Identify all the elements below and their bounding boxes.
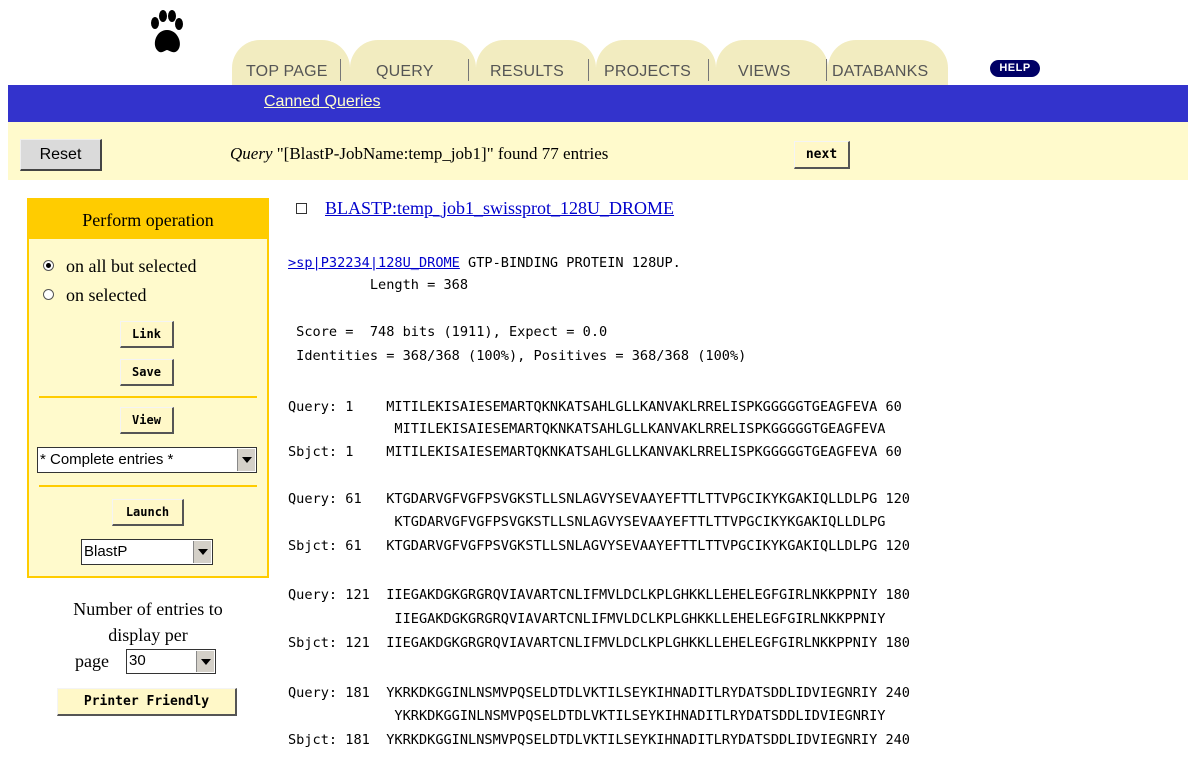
panel-divider (39, 396, 257, 398)
tab-views[interactable]: VIEWS (716, 40, 828, 85)
tab-databanks-label: DATABANKS (832, 63, 929, 80)
save-button[interactable]: Save (120, 359, 174, 386)
sequence-header-line: >sp|P32234|128U_DROME GTP-BINDING PROTEI… (288, 254, 681, 272)
alignment-match-line: YKRKDKGGINLNSMVPQSELDTDLVKTILSEYKIHNADIT… (288, 708, 886, 724)
help-button[interactable]: HELP (990, 60, 1040, 77)
alignment-sbjct-line: Sbjct: 181 YKRKDKGGINLNSMVPQSELDTDLVKTIL… (288, 732, 910, 748)
alignment-match-line: IIEGAKDGKGRGRQVIAVARTCNLIFMVLDCLKPLGHKKL… (288, 611, 886, 627)
tab-query-label: QUERY (376, 63, 434, 80)
entries-label-line2: display per (108, 625, 188, 645)
alignment-match-line: KTGDARVGFVGFPSVGKSTLLSNLAGVYSEVAAYEFTTLT… (288, 514, 886, 530)
radio-selected[interactable] (43, 289, 54, 300)
chevron-down-icon (196, 651, 214, 672)
reset-button[interactable]: Reset (20, 139, 102, 171)
view-format-select[interactable]: * Complete entries * (37, 447, 257, 473)
query-summary: Query "[BlastP-JobName:temp_job1]" found… (230, 144, 608, 164)
result-select-checkbox[interactable] (296, 203, 307, 214)
tab-query[interactable]: QUERY (350, 40, 476, 85)
panel-divider (39, 485, 257, 487)
result-entry-header: BLASTP:temp_job1_swissprot_128U_DROME (296, 198, 674, 219)
score-line: Score = 748 bits (1911), Expect = 0.0 (288, 324, 608, 340)
radio-all-but-selected[interactable] (43, 260, 54, 271)
identities-line: Identities = 368/368 (100%), Positives =… (288, 348, 747, 364)
sequence-length: Length = 368 (288, 277, 469, 293)
query-word: Query (230, 144, 273, 163)
tab-projects[interactable]: PROJECTS (596, 40, 716, 85)
radio-all-but-selected-label: on all but selected (66, 256, 197, 276)
alignment-query-line: Query: 1 MITILEKISAIESEMARTQKNKATSAHLGLL… (288, 399, 902, 415)
alignment-sbjct-line: Sbjct: 1 MITILEKISAIESEMARTQKNKATSAHLGLL… (288, 444, 902, 460)
operation-panel: Perform operation on all but selected on… (27, 198, 269, 578)
tab-separator (340, 59, 341, 81)
chevron-down-icon (237, 449, 255, 471)
printer-friendly-button[interactable]: Printer Friendly (57, 688, 237, 716)
tab-results-label: RESULTS (490, 63, 565, 80)
sequence-description: GTP-BINDING PROTEIN 128UP. (459, 255, 681, 271)
entries-label-line3-row: page 30 (27, 648, 269, 676)
tab-databanks[interactable]: DATABANKS (828, 40, 948, 85)
operation-panel-title: Perform operation (29, 200, 267, 239)
entries-per-page-select[interactable]: 30 (126, 649, 216, 674)
next-button[interactable]: next (794, 141, 850, 169)
alignment-query-line: Query: 61 KTGDARVGFVGFPSVGKSTLLSNLAGVYSE… (288, 491, 910, 507)
tab-top-page-label: TOP PAGE (246, 63, 328, 80)
alignment-sbjct-line: Sbjct: 121 IIEGAKDGKGRGRQVIAVARTCNLIFMVL… (288, 635, 910, 651)
tab-separator (468, 59, 469, 81)
alignment-query-line: Query: 181 YKRKDKGGINLNSMVPQSELDTDLVKTIL… (288, 685, 910, 701)
entries-label-line3: page (75, 651, 109, 671)
query-result-text: "[BlastP-JobName:temp_job1]" found 77 en… (276, 144, 609, 163)
sequence-id-link[interactable]: >sp|P32234|128U_DROME (288, 255, 460, 271)
link-button[interactable]: Link (120, 321, 174, 348)
radio-selected-label: on selected (66, 285, 147, 305)
tab-views-label: VIEWS (738, 63, 791, 80)
launch-tool-select-value: BlastP (84, 543, 128, 560)
result-title-link[interactable]: BLASTP:temp_job1_swissprot_128U_DROME (325, 198, 674, 218)
alignment-query-line: Query: 121 IIEGAKDGKGRGRQVIAVARTCNLIFMVL… (288, 587, 910, 603)
launch-tool-select[interactable]: BlastP (81, 539, 213, 565)
chevron-down-icon (193, 541, 211, 563)
entries-per-page-label: Number of entries to display per page 30 (27, 596, 269, 676)
radio-all-but-selected-row[interactable]: on all but selected (43, 256, 196, 277)
tab-top-page[interactable]: TOP PAGE (232, 40, 350, 85)
radio-selected-row[interactable]: on selected (43, 285, 146, 306)
alignment-match-line: MITILEKISAIESEMARTQKNKATSAHLGLLKANVAKLRR… (288, 421, 886, 437)
subnav-bar: Canned Queries (8, 85, 1188, 122)
tab-separator (588, 59, 589, 81)
canned-queries-link[interactable]: Canned Queries (264, 93, 381, 111)
paw-print-icon (151, 10, 183, 53)
tab-separator (826, 59, 827, 81)
query-status-bar: Reset Query "[BlastP-JobName:temp_job1]"… (8, 122, 1188, 180)
launch-button[interactable]: Launch (112, 499, 184, 526)
entries-label-line1: Number of entries to (73, 599, 223, 619)
tab-results[interactable]: RESULTS (476, 40, 596, 85)
tab-projects-label: PROJECTS (604, 63, 691, 80)
alignment-sbjct-line: Sbjct: 61 KTGDARVGFVGFPSVGKSTLLSNLAGVYSE… (288, 538, 910, 554)
tab-separator (708, 59, 709, 81)
view-format-select-value: * Complete entries * (40, 451, 174, 468)
entries-per-page-value: 30 (129, 652, 146, 669)
view-button[interactable]: View (120, 407, 174, 434)
